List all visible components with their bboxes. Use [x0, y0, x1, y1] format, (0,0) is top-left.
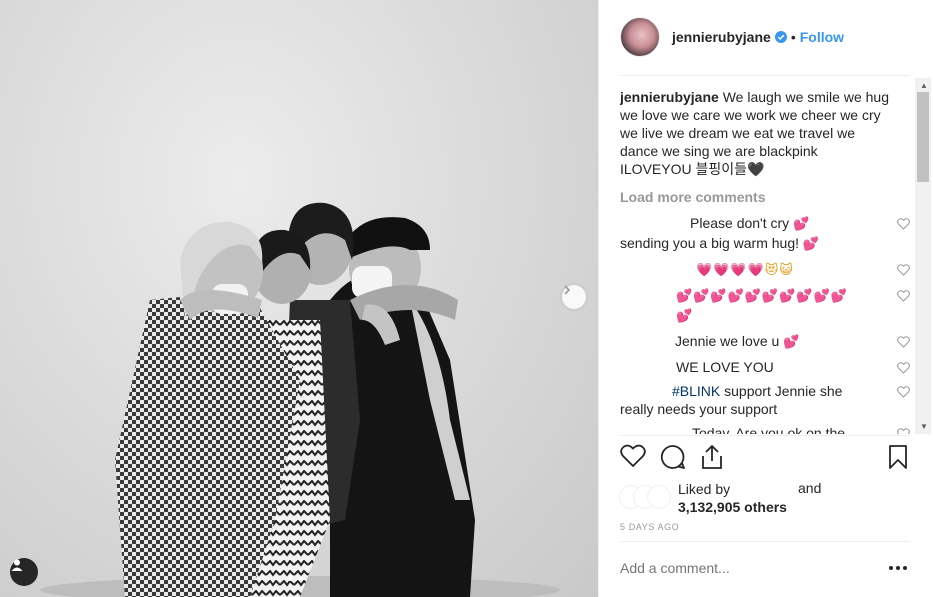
separator: • [790, 29, 796, 45]
list-item: Please don't cry 💕 sending you a big war… [620, 214, 912, 254]
like-comment-heart-icon[interactable] [897, 336, 910, 348]
comment-emoji: 💗💗💗💗 [696, 263, 765, 278]
like-comment-heart-icon[interactable] [897, 386, 910, 398]
share-icon[interactable] [700, 444, 724, 470]
list-item: 💕💕💕💕💕💕💕💕💕💕💕 [620, 286, 912, 326]
next-photo-button[interactable] [562, 285, 586, 309]
post-actions [618, 444, 914, 474]
list-item: 💗💗💗💗😻😺 [620, 260, 912, 280]
avatar [648, 486, 670, 508]
divider [620, 541, 910, 542]
dot [896, 566, 900, 570]
carousel-dot-active [287, 575, 293, 581]
comment-emoji: 💕 [783, 335, 801, 350]
more-options-button[interactable] [889, 566, 907, 570]
list-item: Today. Are you ok on the [620, 424, 912, 434]
hashtag-link[interactable]: #BLINK [672, 383, 720, 399]
chevron-right-icon [564, 285, 571, 295]
post-photo [0, 0, 598, 597]
comment-emoji: 💕 [802, 237, 821, 252]
comment-text: Jennie we love u [675, 333, 780, 349]
likes-count[interactable]: 3,132,905 others [678, 499, 787, 515]
caption-username[interactable]: jennierubyjane [620, 89, 719, 105]
scroll-up-arrow-icon[interactable]: ▲ [920, 81, 928, 90]
scroll-down-arrow-icon[interactable]: ▼ [920, 422, 928, 431]
caption: jennierubyjane We laugh we smile we hug … [620, 88, 890, 178]
avatar[interactable] [620, 17, 660, 57]
add-comment-input[interactable] [620, 560, 870, 576]
like-comment-heart-icon[interactable] [897, 264, 910, 276]
group-photo-illustration [40, 202, 560, 597]
divider [620, 435, 910, 436]
like-comment-heart-icon[interactable] [897, 218, 910, 230]
carousel-indicator [287, 575, 303, 581]
like-comment-heart-icon[interactable] [897, 428, 910, 434]
list-item: WE LOVE YOU [620, 358, 912, 376]
comment-text: Please don't cry [690, 215, 790, 231]
comment-bubble-icon[interactable] [660, 444, 686, 470]
like-comment-heart-icon[interactable] [897, 290, 910, 302]
comment-emoji: 😻😺 [764, 263, 794, 278]
comments-list: jennierubyjane We laugh we smile we hug … [620, 88, 912, 434]
liker-avatars[interactable] [620, 486, 674, 510]
like-comment-heart-icon[interactable] [897, 362, 910, 374]
follow-button[interactable]: Follow [800, 29, 844, 45]
load-more-comments-button[interactable]: Load more comments [620, 188, 912, 206]
verified-badge-icon [774, 31, 787, 43]
bookmark-icon[interactable] [888, 444, 908, 470]
post-timestamp[interactable]: 5 DAYS AGO [620, 522, 679, 532]
comment-emoji: 💕 [793, 217, 811, 232]
list-item: #BLINK support Jennie she really needs y… [620, 382, 912, 418]
list-item: Jennie we love u 💕 [620, 332, 912, 352]
like-heart-icon[interactable] [620, 444, 646, 468]
comment-emoji: 💕💕💕💕💕💕💕💕💕💕💕 [676, 289, 848, 324]
likes-summary: Liked by 3,132,905 others and [620, 480, 910, 516]
comment-text: support Jennie she really needs your sup… [620, 383, 843, 417]
dot [903, 566, 907, 570]
black-heart-emoji: 🖤 [747, 161, 765, 177]
dot [889, 566, 893, 570]
comment-text: Today. Are you ok on the [692, 425, 846, 434]
tagged-users-button[interactable] [10, 558, 38, 586]
comment-text: sending you a big warm hug! [620, 235, 799, 251]
likes-and-label: and [798, 480, 822, 496]
post-header: jennierubyjane • Follow [620, 16, 844, 58]
comment-text: WE LOVE YOU [676, 359, 774, 375]
divider [620, 75, 910, 76]
liked-by-label: Liked by [678, 481, 731, 497]
post-username[interactable]: jennierubyjane [672, 29, 771, 45]
carousel-dot [297, 575, 303, 581]
scrollbar-thumb[interactable] [917, 92, 929, 182]
user-icon [11, 559, 23, 571]
likes-text: Liked by 3,132,905 others [678, 480, 787, 516]
